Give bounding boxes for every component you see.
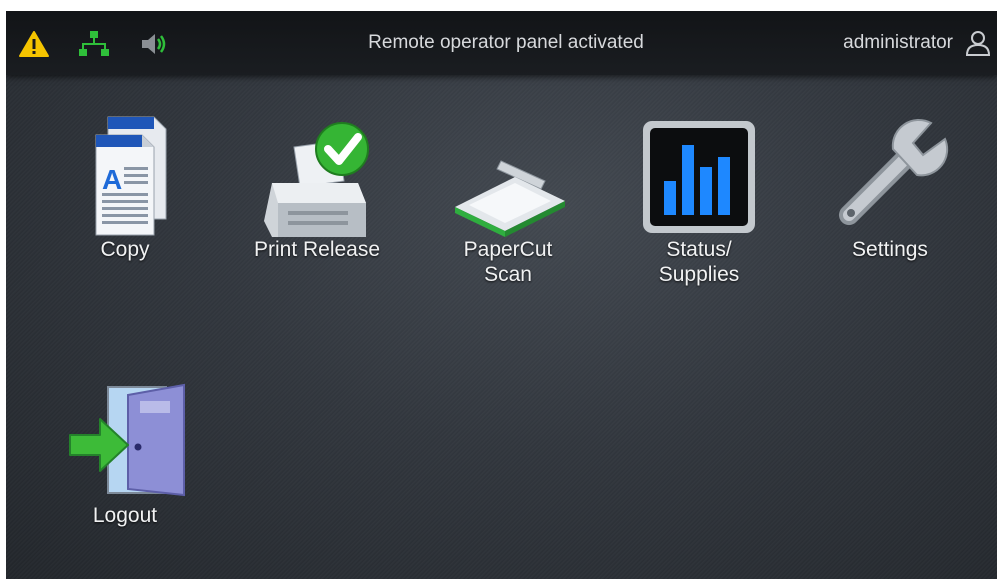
app-copy[interactable]: A Copy [40,111,210,262]
logout-door-icon [69,383,185,497]
app-papercut-scan[interactable]: PaperCut Scan [423,111,593,287]
user-name[interactable]: administrator [843,32,953,54]
status-chart-icon [643,121,755,233]
app-logout[interactable]: Logout [40,377,210,528]
app-print-release[interactable]: Print Release [232,111,402,262]
app-label-logout: Logout [92,504,158,527]
status-bar: Remote operator panel activated administ… [6,11,997,75]
app-label-print-release: Print Release [253,238,381,261]
status-message: Remote operator panel activated [368,32,644,53]
copy-icon: A [95,116,167,236]
app-label-status-supplies: Status/ Supplies [658,238,740,286]
wrench-icon [839,118,949,225]
warning-icon[interactable] [18,29,50,59]
operator-panel-screen: Remote operator panel activated administ… [6,11,997,579]
app-label-settings: Settings [852,238,928,261]
app-label-papercut-scan: PaperCut Scan [463,238,553,286]
speaker-icon[interactable] [138,29,170,59]
scanner-icon [455,160,565,237]
network-icon[interactable] [78,29,110,59]
app-settings[interactable]: Settings [805,111,975,262]
print-release-icon [264,122,369,237]
app-label-copy: Copy [100,238,150,261]
user-icon[interactable] [965,30,991,56]
svg-text:A: A [102,164,122,195]
app-status-supplies[interactable]: Status/ Supplies [614,111,784,287]
